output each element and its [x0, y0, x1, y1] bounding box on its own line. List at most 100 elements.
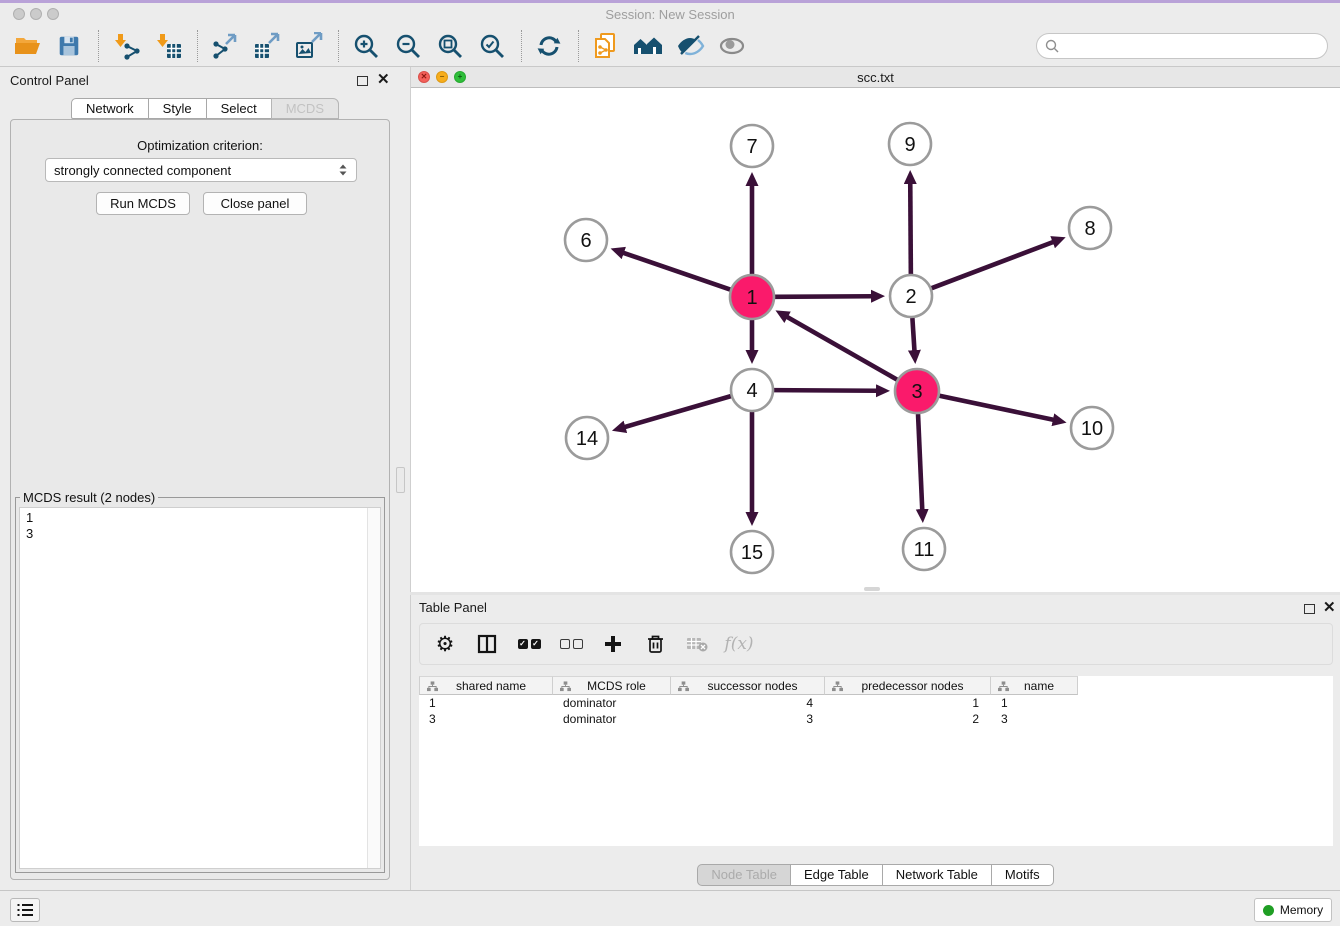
status-bar: Memory	[0, 890, 1340, 926]
column-header-name[interactable]: name	[991, 676, 1078, 695]
open-file-icon[interactable]	[12, 29, 42, 63]
show-panels-eye-icon[interactable]	[717, 29, 747, 63]
table-cell[interactable]: 3	[671, 711, 825, 727]
tab-network-table[interactable]: Network Table	[882, 864, 992, 886]
clone-network-icon[interactable]	[591, 29, 621, 63]
graph-edge-3-10[interactable]	[940, 396, 1054, 420]
column-header-MCDS-role[interactable]: MCDS role	[553, 676, 671, 695]
add-column-icon[interactable]	[600, 631, 626, 657]
zoom-fit-icon[interactable]	[435, 29, 465, 63]
close-panel-button[interactable]: Close panel	[203, 192, 307, 215]
select-chevrons-icon	[338, 163, 348, 177]
control-panel-title: Control Panel	[10, 73, 89, 88]
export-network-icon[interactable]	[210, 29, 240, 63]
search-box	[1036, 33, 1328, 59]
tab-network[interactable]: Network	[71, 98, 149, 119]
close-panel-icon[interactable]: ✕	[377, 71, 390, 89]
graph-node-7[interactable]: 7	[731, 125, 773, 167]
show-networks-overview-icon[interactable]	[633, 29, 663, 63]
hide-panels-icon[interactable]	[675, 29, 705, 63]
window-titlebar: Session: New Session	[0, 3, 1340, 26]
table-cell[interactable]: 3	[419, 711, 553, 727]
graph-edge-2-9[interactable]	[910, 183, 911, 274]
zoom-in-icon[interactable]	[351, 29, 381, 63]
graph-node-4[interactable]: 4	[731, 369, 773, 411]
tab-node-table[interactable]: Node Table	[697, 864, 791, 886]
toolbar-separator	[578, 30, 579, 62]
table-cell[interactable]: 1	[825, 695, 991, 711]
table-cell[interactable]: 3	[991, 711, 1078, 727]
criterion-select[interactable]: strongly connected component	[45, 158, 357, 182]
task-history-button[interactable]	[10, 898, 40, 922]
tab-motifs[interactable]: Motifs	[991, 864, 1054, 886]
run-mcds-button[interactable]: Run MCDS	[96, 192, 190, 215]
network-canvas[interactable]: 7 9 6 8 1 2 4 3 14 10 15 11	[412, 88, 1340, 592]
export-table-icon[interactable]	[252, 29, 282, 63]
float-panel-icon[interactable]	[357, 76, 368, 86]
column-header-successor-nodes[interactable]: successor nodes	[671, 676, 825, 695]
graph-node-8[interactable]: 8	[1069, 207, 1111, 249]
graph-edge-1-6[interactable]	[623, 253, 730, 290]
graph-node-6[interactable]: 6	[565, 219, 607, 261]
graph-node-2[interactable]: 2	[890, 275, 932, 317]
tab-select[interactable]: Select	[206, 98, 272, 119]
table-cell[interactable]: 2	[825, 711, 991, 727]
settings-gear-icon[interactable]: ⚙	[432, 631, 458, 657]
float-table-panel-icon[interactable]	[1304, 604, 1315, 614]
optimization-criterion-label: Optimization criterion:	[11, 138, 389, 153]
refresh-layout-icon[interactable]	[534, 29, 564, 63]
node-table-header: shared nameMCDS rolesuccessor nodesprede…	[419, 676, 1078, 695]
table-panel: Table Panel ✕ ⚙ ✓✓ f(x) shared nameMCDS …	[410, 595, 1340, 890]
import-network-icon[interactable]	[111, 29, 141, 63]
deselect-all-icon[interactable]	[558, 631, 584, 657]
memory-status-dot	[1263, 905, 1274, 916]
table-cell[interactable]: dominator	[553, 711, 671, 727]
svg-text:3: 3	[911, 381, 922, 403]
column-header-predecessor-nodes[interactable]: predecessor nodes	[825, 676, 991, 695]
network-window-titlebar: ✕ − + scc.txt	[411, 67, 1340, 88]
graph-edge-2-8[interactable]	[932, 242, 1054, 288]
network-graph[interactable]: 7 9 6 8 1 2 4 3 14 10 15 11	[412, 88, 1340, 592]
tab-edge-table[interactable]: Edge Table	[790, 864, 883, 886]
graph-node-10[interactable]: 10	[1071, 407, 1113, 449]
graph-edge-3-1[interactable]	[787, 317, 897, 380]
zoom-out-icon[interactable]	[393, 29, 423, 63]
result-scrollbar[interactable]	[367, 508, 380, 868]
table-row[interactable]: 1dominator411	[419, 695, 1333, 711]
select-all-icon[interactable]: ✓✓	[516, 631, 542, 657]
table-cell[interactable]: 1	[419, 695, 553, 711]
tab-style[interactable]: Style	[148, 98, 207, 119]
delete-column-trash-icon[interactable]	[642, 631, 668, 657]
graph-edge-4-14[interactable]	[624, 396, 730, 427]
table-cell[interactable]: 4	[671, 695, 825, 711]
graph-edge-1-2[interactable]	[775, 296, 872, 297]
function-builder-icon[interactable]: f(x)	[726, 631, 752, 657]
horizontal-splitter-handle[interactable]	[864, 587, 880, 591]
delete-table-icon[interactable]	[684, 631, 710, 657]
table-cell[interactable]: dominator	[553, 695, 671, 711]
graph-node-11[interactable]: 11	[903, 528, 945, 570]
vertical-splitter[interactable]	[394, 67, 408, 890]
save-session-icon[interactable]	[54, 29, 84, 63]
graph-node-1[interactable]: 1	[730, 275, 774, 319]
column-header-shared-name[interactable]: shared name	[419, 676, 553, 695]
table-row[interactable]: 3dominator323	[419, 711, 1333, 727]
tab-mcds[interactable]: MCDS	[271, 98, 339, 119]
graph-edge-2-3[interactable]	[912, 318, 914, 351]
graph-node-3[interactable]: 3	[895, 369, 939, 413]
zoom-selected-icon[interactable]	[477, 29, 507, 63]
graph-edge-3-11[interactable]	[918, 414, 922, 510]
search-input[interactable]	[1059, 39, 1319, 54]
column-selector-icon[interactable]	[474, 631, 500, 657]
graph-node-14[interactable]: 14	[566, 417, 608, 459]
graph-node-9[interactable]: 9	[889, 123, 931, 165]
export-image-icon[interactable]	[294, 29, 324, 63]
table-cell[interactable]: 1	[991, 695, 1078, 711]
splitter-handle[interactable]	[396, 467, 405, 493]
graph-edge-4-3[interactable]	[774, 390, 877, 391]
close-table-panel-icon[interactable]: ✕	[1323, 599, 1336, 617]
memory-button[interactable]: Memory	[1254, 898, 1332, 922]
mcds-result-title: MCDS result (2 nodes)	[20, 490, 158, 505]
import-table-icon[interactable]	[153, 29, 183, 63]
graph-node-15[interactable]: 15	[731, 531, 773, 573]
